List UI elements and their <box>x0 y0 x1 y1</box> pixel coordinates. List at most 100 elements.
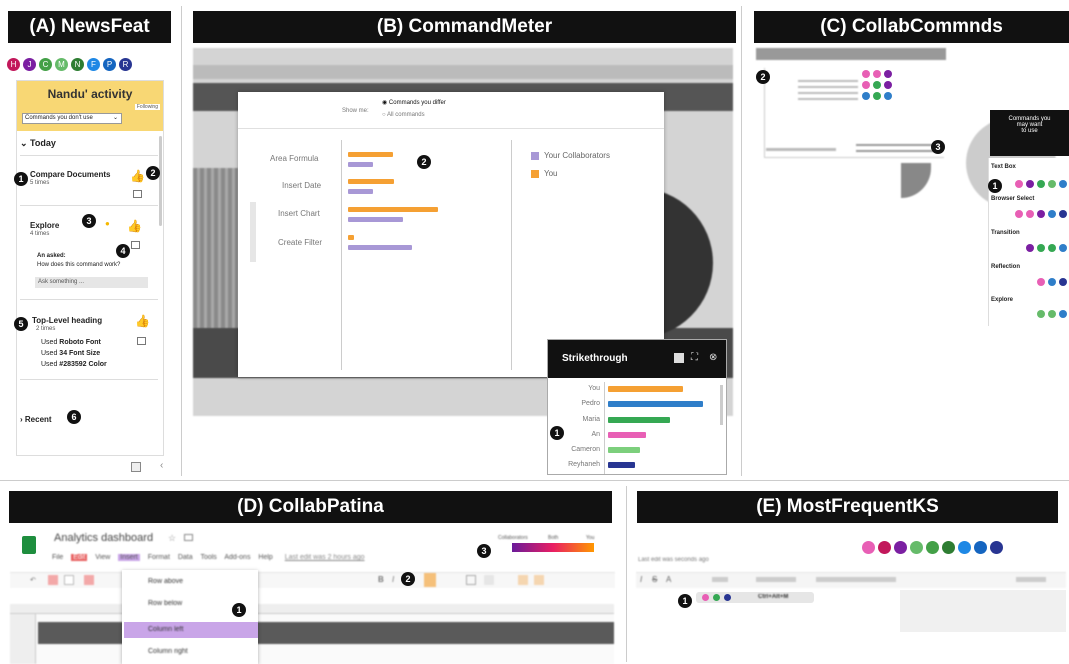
collaborator-dot[interactable] <box>862 70 870 78</box>
collaborator-dot[interactable] <box>1015 180 1023 188</box>
menu-file[interactable]: File <box>52 554 63 561</box>
list-icon[interactable] <box>816 577 896 582</box>
today-heading[interactable]: ⌄ Today <box>20 138 56 149</box>
collaborator-dot[interactable] <box>873 92 881 100</box>
collaborator-dot[interactable] <box>862 92 870 100</box>
italic-icon[interactable]: I <box>640 575 642 584</box>
collaborator-dot[interactable] <box>1037 278 1045 286</box>
avatar[interactable] <box>990 541 1003 554</box>
avatar-m[interactable]: M <box>55 58 68 71</box>
align-icon[interactable] <box>756 577 796 582</box>
italic-icon[interactable]: I <box>392 575 394 584</box>
collaborator-dot[interactable] <box>884 92 892 100</box>
avatar-j[interactable]: J <box>23 58 36 71</box>
comment-icon[interactable] <box>131 241 140 249</box>
collaborator-dot[interactable] <box>1015 210 1023 218</box>
collaborator-dot[interactable] <box>1059 244 1067 252</box>
menu-item-column-left[interactable]: Column left <box>148 626 183 633</box>
collaborator-dot[interactable] <box>1059 310 1067 318</box>
menu-item-column-right[interactable]: Column right <box>148 648 188 655</box>
collaborator-dot[interactable] <box>1026 244 1034 252</box>
avatar[interactable] <box>862 541 875 554</box>
collaborator-dot[interactable] <box>1059 180 1067 188</box>
star-icon[interactable]: ☆ <box>168 533 176 544</box>
collaborator-dot[interactable] <box>873 70 881 78</box>
paint-icon[interactable] <box>64 575 74 585</box>
undo-icon[interactable]: ↶ <box>30 576 36 584</box>
strikethrough-icon[interactable]: S <box>652 575 657 584</box>
collaborator-dot[interactable] <box>1048 244 1056 252</box>
avatar-f[interactable]: F <box>87 58 100 71</box>
popup-scrollbar[interactable] <box>720 385 723 425</box>
sheets-icon[interactable] <box>22 536 36 554</box>
format-icon[interactable] <box>84 575 94 585</box>
collaborator-dot[interactable] <box>1037 310 1045 318</box>
thumbs-up-icon[interactable]: 👍 <box>135 314 150 328</box>
last-edit[interactable]: Last edit was seconds ago <box>638 557 709 563</box>
collaborator-dot[interactable] <box>1059 278 1067 286</box>
border-icon[interactable] <box>466 575 476 585</box>
menu-view[interactable]: View <box>95 554 110 561</box>
menu-item-row-below[interactable]: Row below <box>148 600 182 607</box>
radio-all[interactable]: ○ All commands <box>382 112 425 118</box>
avatar-n[interactable]: N <box>71 58 84 71</box>
collaborator-dot[interactable] <box>884 81 892 89</box>
more-icon[interactable] <box>1016 577 1046 582</box>
avatar-r[interactable]: R <box>119 58 132 71</box>
comment-icon[interactable] <box>137 337 146 345</box>
chart-icon[interactable] <box>674 353 684 363</box>
collaborator-dot[interactable] <box>1059 210 1067 218</box>
menu-edit[interactable]: Edit <box>71 554 88 561</box>
collaborator-dot[interactable] <box>1037 244 1045 252</box>
avatar-c[interactable]: C <box>39 58 52 71</box>
bold-icon[interactable]: B <box>378 575 384 584</box>
menu-format[interactable]: Format <box>148 554 170 561</box>
link-icon[interactable] <box>712 577 728 582</box>
doc-title[interactable]: Analytics dashboard <box>54 532 153 544</box>
collaborator-dot[interactable] <box>1048 210 1056 218</box>
print-icon[interactable] <box>48 575 58 585</box>
valign-icon[interactable] <box>534 575 544 585</box>
following-tag[interactable]: Following <box>134 104 160 110</box>
scrollbar[interactable] <box>159 136 162 226</box>
avatar[interactable] <box>878 541 891 554</box>
ask-input[interactable]: Ask something ... <box>35 277 148 288</box>
collaborator-dot[interactable] <box>1037 180 1045 188</box>
avatar[interactable] <box>974 541 987 554</box>
avatar[interactable] <box>910 541 923 554</box>
thumbs-up-icon[interactable]: 👍 <box>127 219 142 233</box>
highlight-color-icon[interactable] <box>424 573 436 587</box>
menu-data[interactable]: Data <box>178 554 193 561</box>
collaborator-dot[interactable] <box>1037 210 1045 218</box>
collaborator-dot[interactable] <box>884 70 892 78</box>
collaborator-dot[interactable] <box>1048 180 1056 188</box>
avatar-h[interactable]: H <box>7 58 20 71</box>
avatar[interactable] <box>894 541 907 554</box>
collapse-icon[interactable]: ‹ <box>160 460 163 471</box>
collaborator-dot[interactable] <box>1048 310 1056 318</box>
close-icon[interactable]: ⊗ <box>709 352 717 363</box>
last-edit[interactable]: Last edit was 2 hours ago <box>285 554 365 561</box>
radio-differ[interactable]: ◉ Commands you differ <box>382 99 446 106</box>
folder-icon[interactable] <box>184 534 193 541</box>
collaborator-dot[interactable] <box>1048 278 1056 286</box>
collaborator-dot[interactable] <box>862 81 870 89</box>
collaborator-dot[interactable] <box>1026 180 1034 188</box>
avatar-p[interactable]: P <box>103 58 116 71</box>
merge-icon[interactable] <box>484 575 494 585</box>
comment-icon[interactable] <box>133 190 142 198</box>
recent-heading[interactable]: › Recent <box>20 415 52 424</box>
collaborator-dot[interactable] <box>1026 210 1034 218</box>
shortcut-suggestion[interactable]: Ctrl+Alt+M <box>696 592 814 603</box>
avatar[interactable] <box>958 541 971 554</box>
menu-help[interactable]: Help <box>258 554 272 561</box>
align-icon[interactable] <box>518 575 528 585</box>
menu-item-row-above[interactable]: Row above <box>148 578 183 585</box>
sidebar-toggle-icon[interactable] <box>131 462 141 472</box>
avatar[interactable] <box>926 541 939 554</box>
menu-addons[interactable]: Add-ons <box>224 554 250 561</box>
filter-select[interactable]: Commands you don't use ⌄ <box>22 113 122 124</box>
collaborator-dot[interactable] <box>873 81 881 89</box>
text-color-icon[interactable]: A <box>666 575 671 584</box>
menu-insert[interactable]: Insert <box>118 554 140 561</box>
